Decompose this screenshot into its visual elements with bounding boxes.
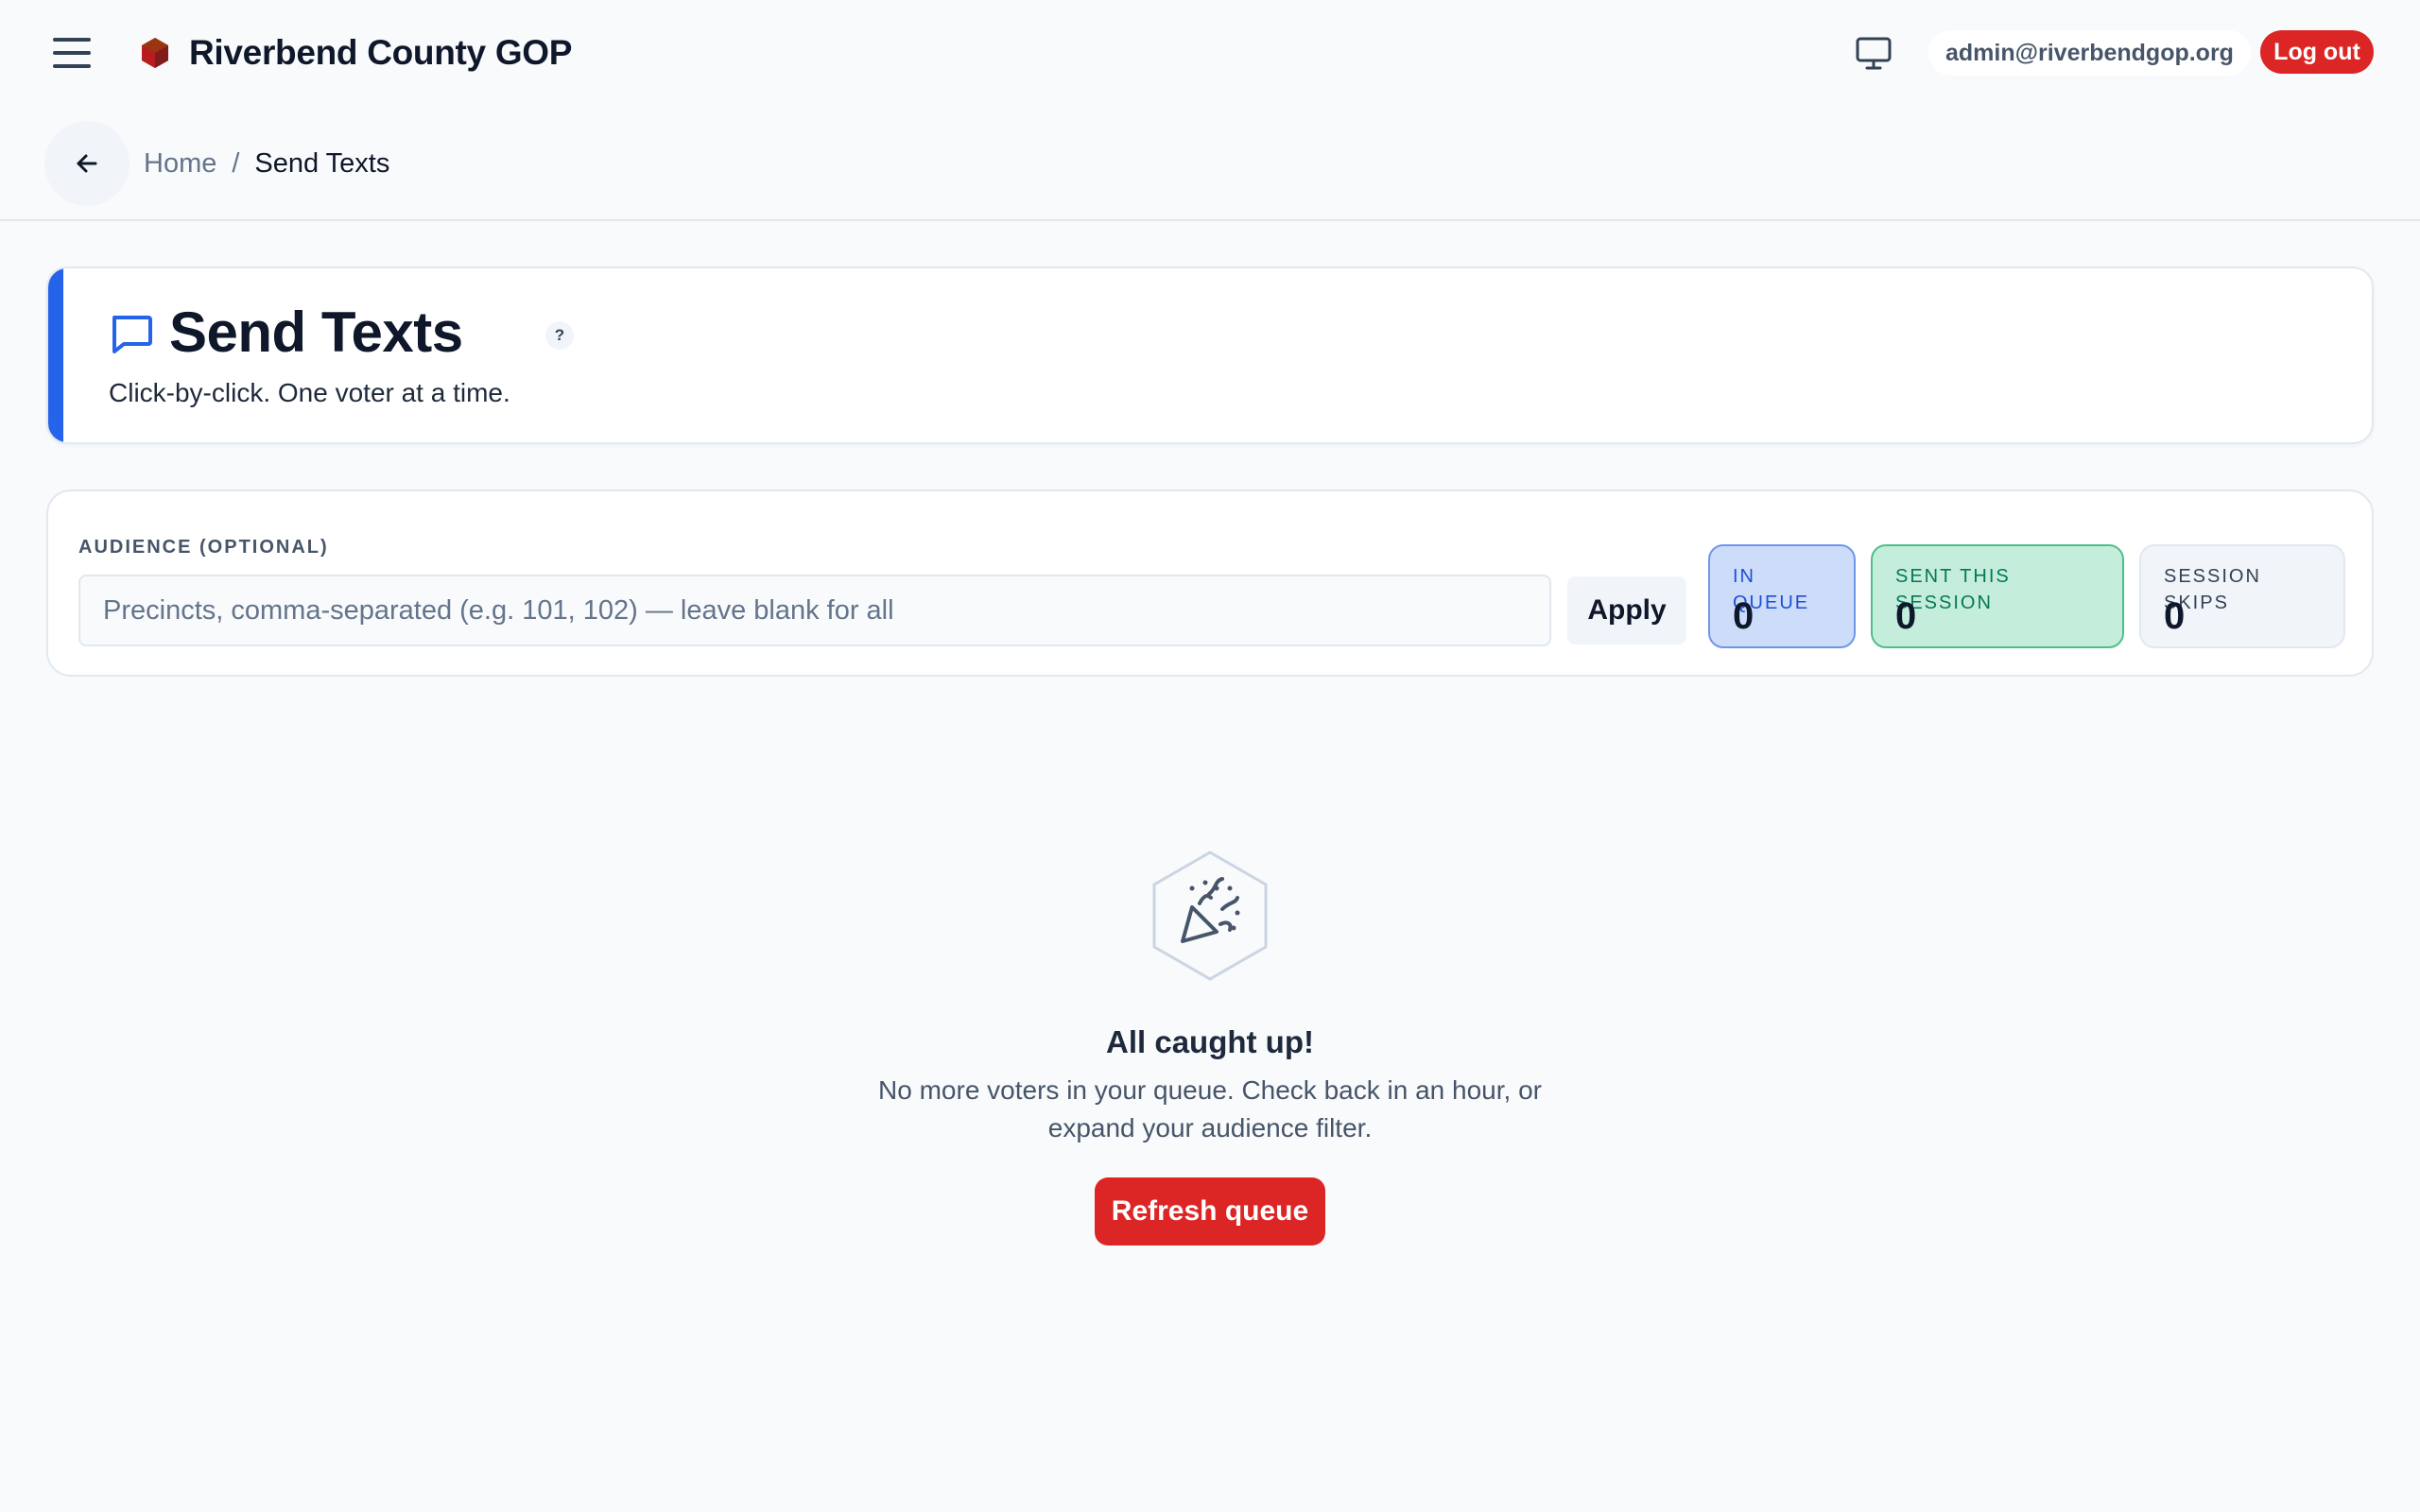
brand-name[interactable]: Riverbend County GOP [189,28,572,77]
breadcrumb-current: Send Texts [254,148,390,179]
stat-sent-this-session: SENT THIS SESSION 0 [1871,544,2124,648]
page-title: Send Texts [169,301,463,364]
message-square-icon [112,316,152,353]
monitor-icon[interactable] [1853,32,1894,74]
audience-card: AUDIENCE (OPTIONAL) Apply IN QUEUE 0 SEN… [46,490,2374,677]
page-subtitle: Click-by-click. One voter at a time. [109,378,510,407]
refresh-queue-button[interactable]: Refresh queue [1095,1177,1325,1246]
breadcrumb-separator: / [232,148,240,179]
breadcrumb: Home / Send Texts [144,142,389,185]
empty-state-description: No more voters in your queue. Check back… [878,1075,1542,1143]
logout-button[interactable]: Log out [2260,30,2374,74]
audience-label: AUDIENCE (OPTIONAL) [78,537,329,558]
page-header-card: Send Texts ? Click-by-click. One voter a… [46,266,2374,444]
arrow-left-icon [77,154,97,173]
top-bar: Riverbend County GOP admin@riverbendgop.… [0,0,2420,106]
stat-session-skips: SESSION SKIPS 0 [2139,544,2345,648]
stat-label: SESSION SKIPS [2164,566,2261,613]
user-email[interactable]: admin@riverbendgop.org [1928,30,2251,76]
help-icon[interactable]: ? [545,321,574,350]
menu-icon[interactable] [51,34,93,72]
stat-in-queue: IN QUEUE 0 [1708,544,1856,648]
apply-button[interactable]: Apply [1567,576,1686,644]
back-button[interactable] [44,121,130,206]
party-popper-icon [1152,850,1268,981]
hexagon-logo-icon [142,38,168,68]
breadcrumb-home-link[interactable]: Home [144,142,216,185]
stat-label: IN QUEUE [1733,566,1810,613]
stat-label: SENT THIS SESSION [1895,566,2011,613]
header-divider [0,219,2420,221]
accent-bar [48,268,63,442]
audience-input[interactable] [78,575,1551,646]
empty-state-title: All caught up! [1106,1024,1314,1059]
